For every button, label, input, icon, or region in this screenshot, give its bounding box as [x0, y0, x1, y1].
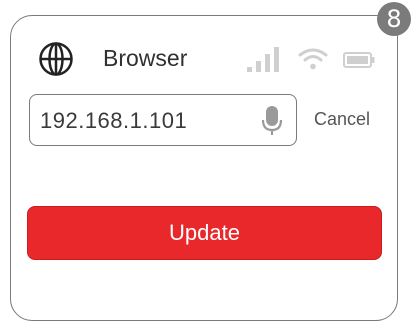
battery-icon	[343, 52, 375, 68]
cellular-signal-icon	[247, 47, 279, 72]
app-title: Browser	[103, 45, 188, 71]
globe-icon	[39, 42, 73, 76]
address-bar-input[interactable]: 192.168.1.101	[29, 94, 297, 146]
cancel-button[interactable]: Cancel	[314, 107, 370, 131]
update-button[interactable]: Update	[27, 206, 382, 260]
browser-widget: 8 Browser 192.168.1.101 Cancel Update	[0, 0, 414, 330]
wifi-icon	[298, 48, 328, 70]
notification-badge: 8	[377, 2, 411, 36]
address-bar-value: 192.168.1.101	[40, 108, 188, 133]
microphone-icon[interactable]	[260, 105, 284, 137]
